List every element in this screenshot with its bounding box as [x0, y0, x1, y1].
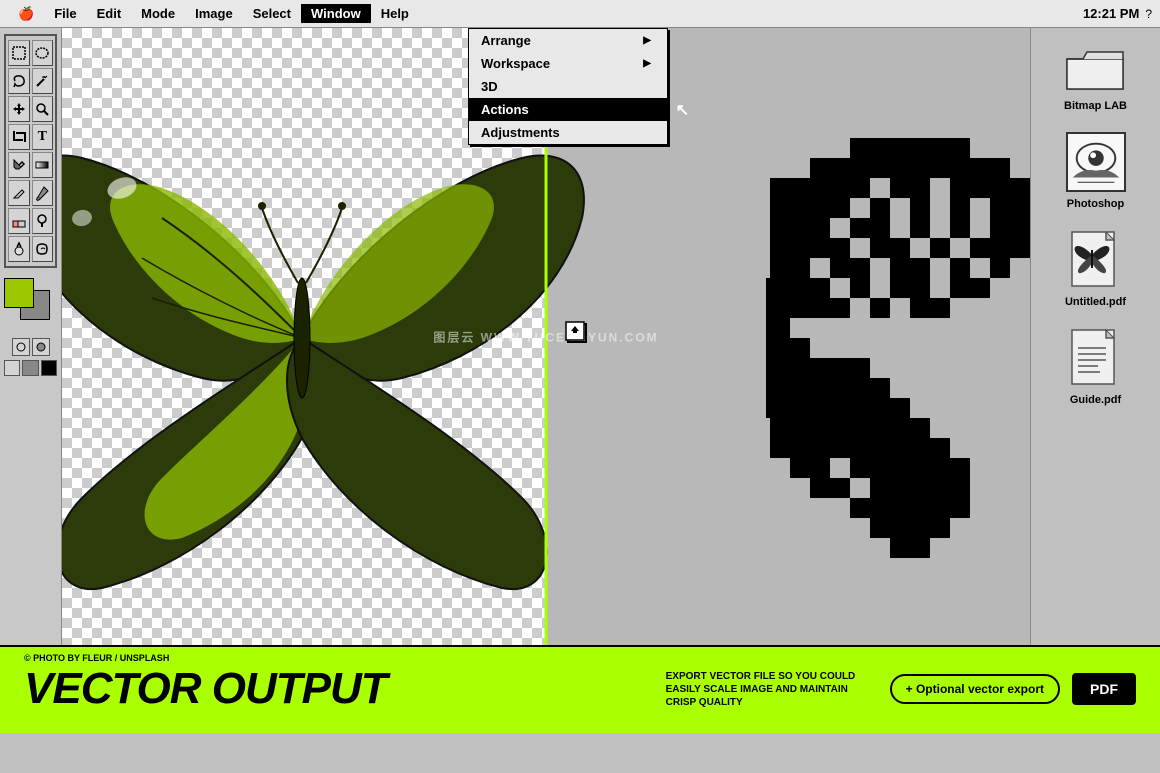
tool-dodge[interactable] [8, 236, 30, 262]
window-dropdown: Arrange ▶ Workspace ▶ 3D Actions ↖ Adjus… [468, 28, 668, 145]
toolbar: T [0, 28, 62, 645]
footer-credit: © PHOTO BY FLEUR / UNSPLASH [24, 653, 169, 663]
submenu-arrow: ▶ [643, 58, 651, 69]
pdf-button[interactable]: PDF [1072, 673, 1136, 705]
screen-mode-fullblack[interactable] [41, 360, 57, 376]
photoshop-icon-img [1066, 132, 1126, 192]
tool-type[interactable]: T [32, 124, 54, 150]
tool-crop[interactable] [8, 124, 30, 150]
untitled-pdf-label: Untitled.pdf [1065, 296, 1126, 308]
tool-move[interactable] [8, 96, 30, 122]
photoshop-label: Photoshop [1067, 198, 1124, 210]
menu-mode[interactable]: Mode [131, 4, 185, 23]
foreground-color[interactable] [4, 278, 34, 308]
dropdown-actions[interactable]: Actions ↖ [469, 98, 667, 121]
footer-actions: + Optional vector export PDF [890, 673, 1136, 705]
move-cursor [556, 312, 588, 349]
standard-mode[interactable] [12, 338, 30, 356]
screen-mode-full[interactable] [22, 360, 38, 376]
tool-pencil[interactable] [8, 180, 30, 206]
tool-clone[interactable] [32, 208, 54, 234]
footer: © PHOTO BY FLEUR / UNSPLASH VECTOR OUTPU… [0, 645, 1160, 733]
tool-eraser[interactable] [8, 208, 30, 234]
apple-menu[interactable]: 🍎 [8, 4, 44, 24]
color-swatches[interactable] [4, 278, 58, 326]
vector-export-button[interactable]: + Optional vector export [890, 674, 1060, 704]
tool-smudge[interactable] [32, 236, 54, 262]
clock-display: 12:21 PM [1083, 6, 1139, 21]
screen-mode-normal[interactable] [4, 360, 20, 376]
submenu-arrow: ▶ [643, 35, 651, 46]
menu-bar: 🍎 File Edit Mode Image Select Window Hel… [0, 0, 1160, 28]
sidebar-photoshop[interactable]: Photoshop [1066, 132, 1126, 210]
menu-select[interactable]: Select [243, 4, 301, 23]
bitmap-lab-label: Bitmap LAB [1064, 100, 1127, 112]
tool-gradient[interactable] [32, 152, 54, 178]
tool-zoom[interactable] [32, 96, 54, 122]
right-sidebar: Bitmap LAB Photoshop [1030, 28, 1160, 645]
tool-paint-bucket[interactable] [8, 152, 30, 178]
dropdown-workspace[interactable]: Workspace ▶ [469, 52, 667, 75]
tool-rect-marquee[interactable] [8, 40, 30, 66]
tool-ellipse-marquee[interactable] [32, 40, 54, 66]
dropdown-adjustments[interactable]: Adjustments [469, 121, 667, 144]
tool-lasso[interactable] [8, 68, 30, 94]
guide-pdf-label: Guide.pdf [1070, 394, 1121, 406]
sidebar-guide-pdf[interactable]: Guide.pdf [1070, 328, 1121, 406]
tool-brush[interactable] [32, 180, 54, 206]
sidebar-untitled-pdf[interactable]: Untitled.pdf [1065, 230, 1126, 308]
menu-image[interactable]: Image [185, 4, 243, 23]
sidebar-bitmap-lab[interactable]: Bitmap LAB [1064, 44, 1127, 112]
cursor-pointer: ↖ [676, 100, 689, 120]
menu-window[interactable]: Window [301, 4, 371, 23]
footer-description: EXPORT VECTOR FILE SO YOU COULD EASILY S… [666, 670, 866, 709]
footer-top-border [0, 645, 1160, 647]
dropdown-3d[interactable]: 3D [469, 75, 667, 98]
quickmask-mode[interactable] [32, 338, 50, 356]
menu-help[interactable]: Help [371, 4, 419, 23]
menu-edit[interactable]: Edit [87, 4, 132, 23]
menu-file[interactable]: File [44, 4, 86, 23]
footer-title: VECTOR OUTPUT [24, 667, 387, 711]
dropdown-arrange[interactable]: Arrange ▶ [469, 29, 667, 52]
tool-magic-wand[interactable] [32, 68, 54, 94]
help-icon[interactable]: ? [1145, 7, 1152, 21]
